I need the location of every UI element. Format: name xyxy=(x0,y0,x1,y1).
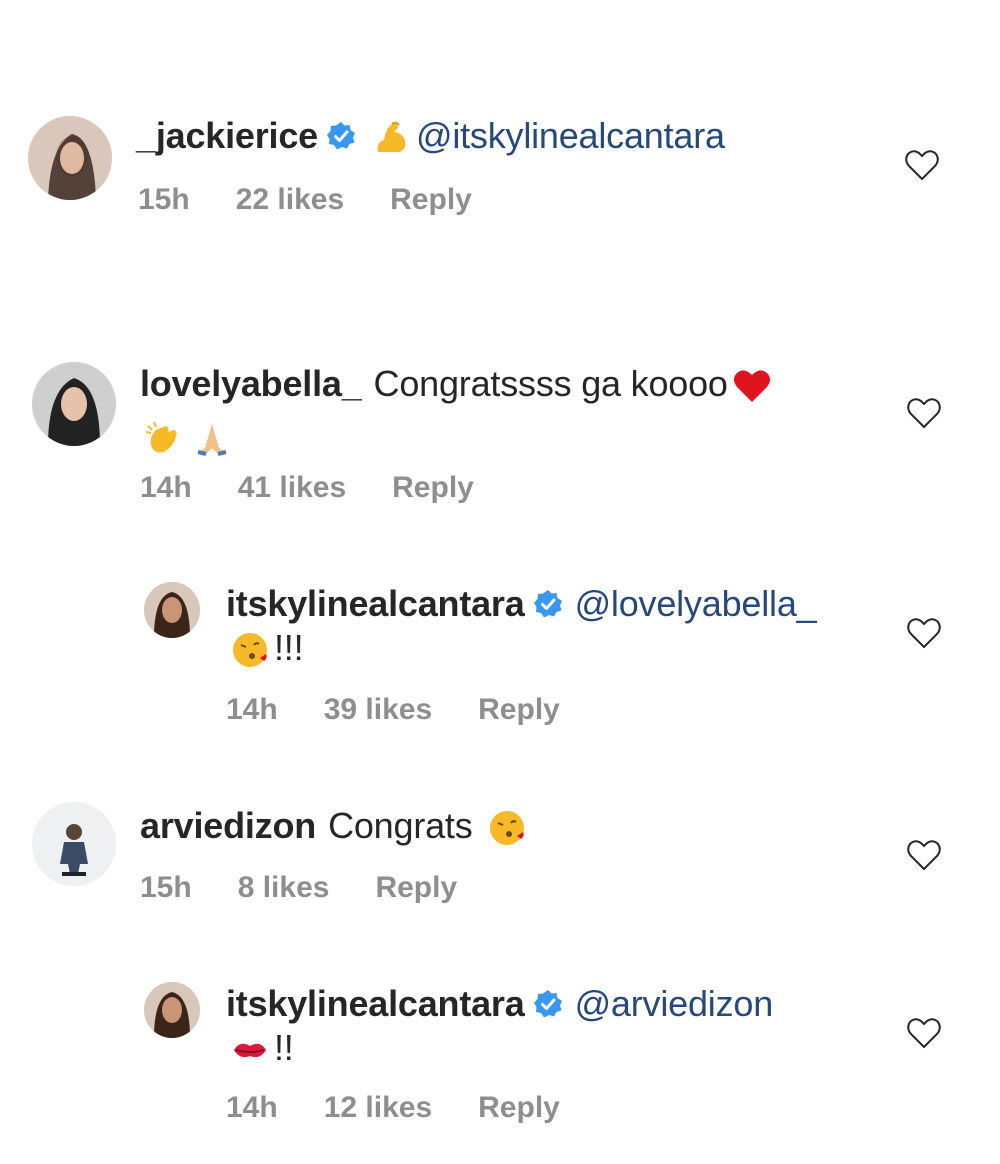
comment-time: 14h xyxy=(226,1091,278,1124)
comment-time: 14h xyxy=(226,693,278,726)
comment-time: 15h xyxy=(140,871,192,904)
like-heart-icon[interactable] xyxy=(906,616,942,650)
face-blowing-kiss-icon xyxy=(487,808,527,848)
avatar[interactable] xyxy=(28,116,112,200)
avatar[interactable] xyxy=(32,802,116,886)
comment-username[interactable]: itskylinealcantara xyxy=(226,983,525,1024)
comment-username[interactable]: arviedizon xyxy=(140,805,316,846)
face-blowing-kiss-icon xyxy=(230,630,270,670)
avatar[interactable] xyxy=(144,982,200,1038)
reply-button[interactable]: Reply xyxy=(478,1091,560,1124)
clapping-hands-icon xyxy=(144,418,184,458)
avatar[interactable] xyxy=(144,582,200,638)
like-heart-icon[interactable] xyxy=(906,396,942,430)
verified-badge-icon xyxy=(326,121,356,151)
verified-badge-icon xyxy=(533,589,563,619)
avatar[interactable] xyxy=(32,362,116,446)
reply-button[interactable]: Reply xyxy=(478,693,560,726)
verified-badge-icon xyxy=(533,989,563,1019)
comment-likes[interactable]: 39 likes xyxy=(324,693,432,726)
comment-username[interactable]: _jackierice xyxy=(136,115,318,156)
comment-text: Congratssss ga koooo xyxy=(373,363,728,404)
comment-text: !! xyxy=(274,1027,294,1068)
like-heart-icon[interactable] xyxy=(906,838,942,872)
comment-text: Congrats xyxy=(328,805,473,846)
comment-likes[interactable]: 8 likes xyxy=(238,871,330,904)
comment-username[interactable]: itskylinealcantara xyxy=(226,583,525,624)
folded-hands-icon xyxy=(192,418,232,458)
comment-likes[interactable]: 22 likes xyxy=(236,183,344,216)
like-heart-icon[interactable] xyxy=(904,148,940,182)
comment-mention-link[interactable]: @lovelyabella_ xyxy=(575,583,817,624)
comment-username[interactable]: lovelyabella_ xyxy=(140,363,362,404)
flexed-biceps-icon xyxy=(372,118,412,158)
comment-time: 15h xyxy=(138,183,190,216)
comment-likes[interactable]: 41 likes xyxy=(238,471,346,504)
like-heart-icon[interactable] xyxy=(906,1016,942,1050)
comment-text: !!! xyxy=(274,627,304,668)
reply-button[interactable]: Reply xyxy=(390,183,472,216)
kiss-mark-icon xyxy=(230,1030,270,1070)
comment-mention-link[interactable]: @itskylinealcantara xyxy=(416,115,725,156)
comment-mention-link[interactable]: @arviedizon xyxy=(575,983,774,1024)
reply-button[interactable]: Reply xyxy=(392,471,474,504)
comment-time: 14h xyxy=(140,471,192,504)
comment-likes[interactable]: 12 likes xyxy=(324,1091,432,1124)
red-heart-icon xyxy=(732,366,772,406)
reply-button[interactable]: Reply xyxy=(375,871,457,904)
